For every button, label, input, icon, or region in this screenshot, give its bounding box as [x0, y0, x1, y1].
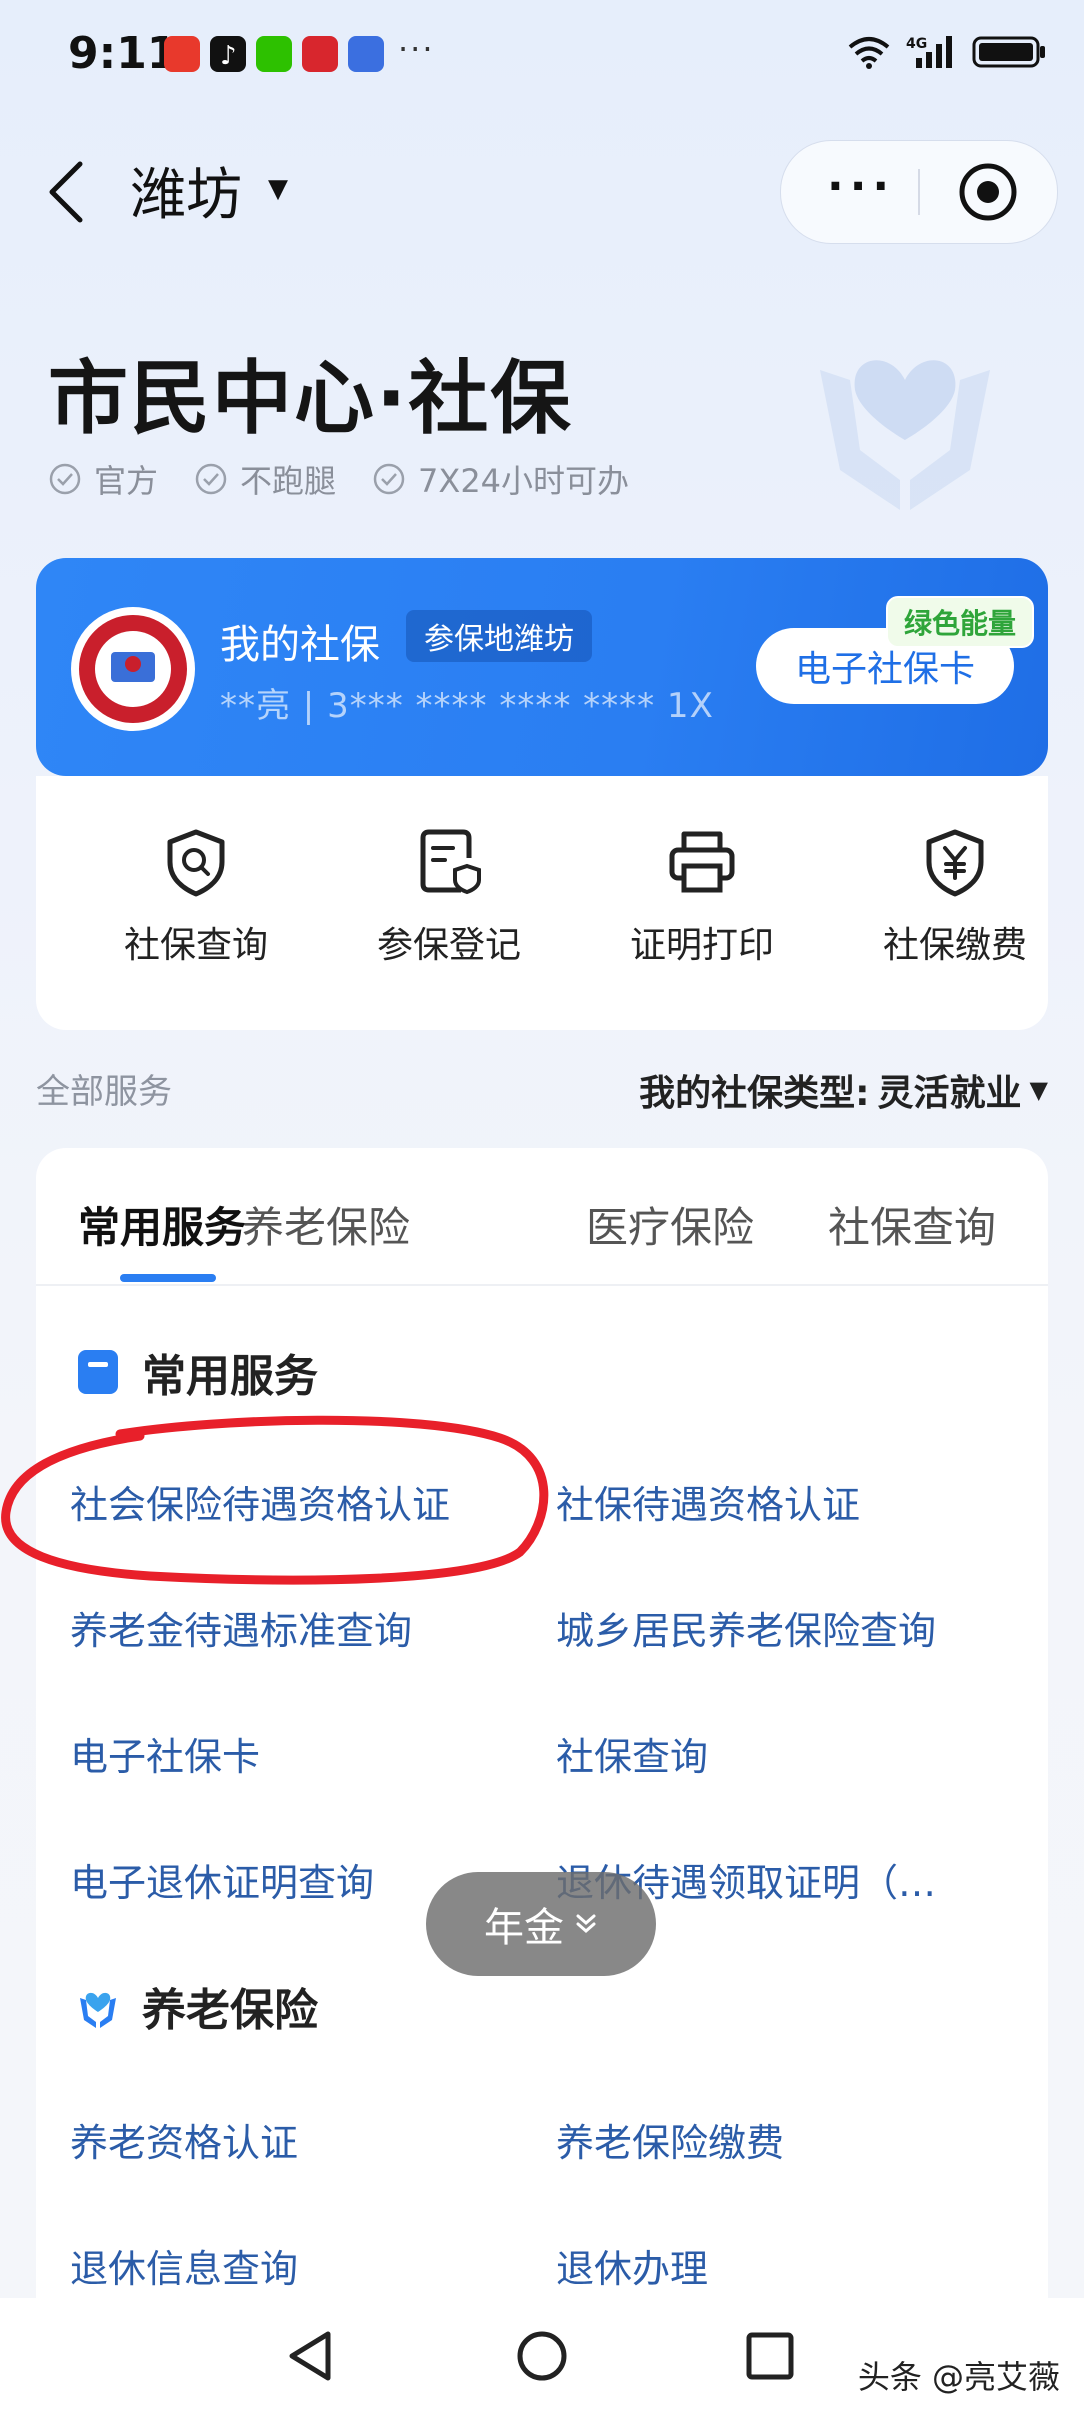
tab-divider [36, 1284, 1048, 1286]
card-location-badge: 参保地潍坊 [406, 610, 592, 662]
tag-24h: 7X24小时可办 [372, 456, 629, 502]
check-circle-icon [49, 463, 81, 495]
quick-services: 社保查询 参保登记 证明打印 社保缴费 [36, 776, 1048, 1030]
quick-social-query[interactable]: 社保查询 [86, 826, 306, 968]
miniprogram-capsule: ··· [780, 140, 1058, 244]
close-miniprogram-button[interactable] [957, 161, 1019, 227]
wifi-icon [848, 37, 890, 69]
feature-tags: 官方 不跑腿 7X24小时可办 [48, 456, 629, 502]
heart-hands-icon [80, 1992, 116, 2028]
quick-enrollment[interactable]: 参保登记 [339, 826, 559, 968]
status-more-notifications: ··· [398, 30, 435, 68]
card-title: 我的社保 [220, 622, 380, 668]
service-item[interactable]: 养老资格认证 [70, 2112, 298, 2167]
all-services-label: 全部服务 [36, 1072, 172, 1112]
printer-icon [669, 831, 735, 893]
service-item[interactable]: 电子社保卡 [70, 1726, 260, 1781]
target-icon [959, 163, 1017, 221]
nav-home-button[interactable] [514, 2328, 570, 2388]
service-item[interactable]: 退休办理 [556, 2238, 708, 2293]
service-item[interactable]: 电子退休证明查询 [70, 1852, 374, 1907]
services-panel: 常用服务 养老保险 医疗保险 社保查询 常用服务 社会保险待遇资格认证 社保待遇… [36, 1148, 1048, 2298]
insurance-type-selector[interactable]: 我的社保类型: 灵活就业 ▼ [639, 1064, 1048, 1116]
square-recents-icon [746, 2332, 794, 2380]
svg-text:4G: 4G [906, 36, 927, 52]
battery-icon [972, 36, 1045, 68]
tab-indicator [120, 1274, 216, 1282]
svg-text:♪: ♪ [220, 41, 237, 71]
notification-taobao-icon [164, 36, 200, 72]
service-item[interactable]: 养老保险缴费 [556, 2112, 784, 2167]
triangle-back-icon [289, 2331, 331, 2381]
notification-wechat-icon [256, 36, 292, 72]
service-item[interactable]: 社保查询 [556, 1726, 708, 1781]
back-button[interactable] [44, 160, 88, 228]
circle-home-icon [517, 2331, 567, 2381]
tab-query[interactable]: 社保查询 [828, 1194, 996, 1255]
card-holder-number: **亮 | 3*** **** **** **** 1X [220, 686, 714, 726]
more-menu-button[interactable]: ··· [827, 165, 895, 209]
quick-certificate-print[interactable]: 证明打印 [592, 826, 812, 968]
check-circle-icon [195, 463, 227, 495]
notification-douyin-icon: ♪ [210, 36, 246, 72]
check-circle-icon [373, 463, 405, 495]
notification-app-icon [302, 36, 338, 72]
tab-medical[interactable]: 医疗保险 [586, 1194, 754, 1255]
chevron-left-icon [49, 161, 83, 223]
double-chevron-down-icon [576, 1914, 596, 1933]
signal-4g-icon: 4G [906, 36, 952, 68]
quick-payment[interactable]: 社保缴费 [845, 826, 1065, 968]
page-title: 市民中心·社保 [48, 352, 573, 445]
status-time: 9:11 [68, 28, 178, 79]
tab-common[interactable]: 常用服务 [78, 1194, 246, 1255]
service-item[interactable]: 社保待遇资格认证 [556, 1474, 860, 1529]
status-indicators: 4G [846, 34, 1048, 70]
tag-no-trip: 不跑腿 [194, 456, 336, 502]
document-shield-icon [420, 829, 481, 895]
social-security-logo-icon [68, 604, 198, 738]
section-common: 常用服务 [76, 1340, 318, 1404]
type-value: 灵活就业 [877, 1073, 1022, 1114]
green-energy-badge: 绿色能量 [886, 596, 1035, 648]
city-selector[interactable]: 潍坊 [130, 150, 242, 231]
bookmark-icon [78, 1350, 118, 1394]
type-label: 我的社保类型: [639, 1073, 870, 1114]
caret-down-icon[interactable]: ▼ [268, 174, 288, 204]
heart-hands-decoration-icon [800, 310, 1010, 524]
my-social-security-card[interactable]: 我的社保 参保地潍坊 **亮 | 3*** **** **** **** 1X … [36, 558, 1048, 776]
watermark: 头条 @亮艾薇 [857, 2358, 1060, 2396]
annuity-float-button[interactable]: 年金 [426, 1872, 656, 1976]
notification-app2-icon [348, 36, 384, 72]
capsule-divider [918, 169, 920, 215]
nav-back-button[interactable] [284, 2328, 336, 2388]
service-item[interactable]: 退休信息查询 [70, 2238, 298, 2293]
section-pension: 养老保险 [76, 1974, 318, 2038]
tag-official: 官方 [48, 456, 158, 502]
shield-yen-icon [926, 829, 984, 897]
service-item[interactable]: 城乡居民养老保险查询 [556, 1600, 936, 1655]
caret-down-icon: ▼ [1029, 1076, 1048, 1104]
tab-pension[interactable]: 养老保险 [242, 1194, 410, 1255]
nav-recents-button[interactable] [742, 2328, 798, 2388]
annotation-circle [0, 1412, 560, 1616]
shield-search-icon [167, 829, 225, 897]
